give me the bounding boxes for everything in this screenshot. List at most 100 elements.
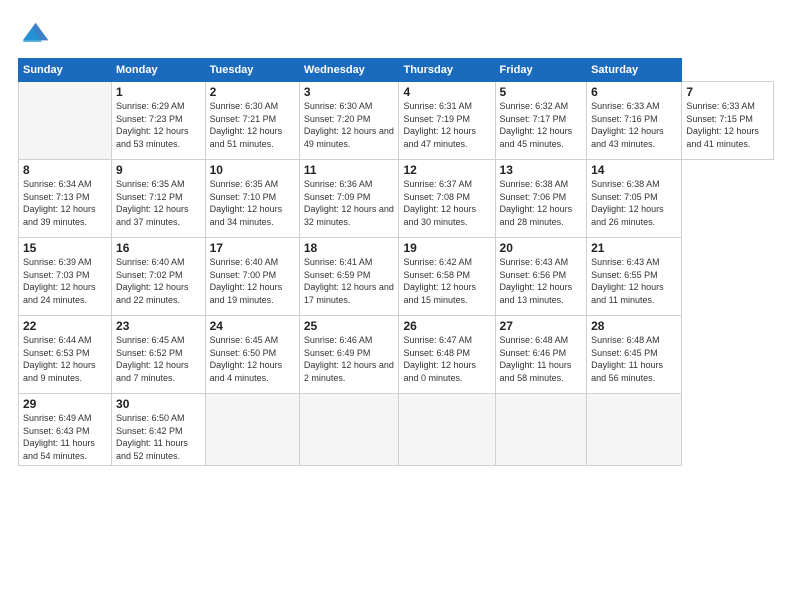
- day-info: Sunrise: 6:33 AM Sunset: 7:16 PM Dayligh…: [591, 100, 677, 150]
- day-number: 21: [591, 241, 677, 255]
- day-info: Sunrise: 6:41 AM Sunset: 6:59 PM Dayligh…: [304, 256, 395, 306]
- calendar-cell: 14 Sunrise: 6:38 AM Sunset: 7:05 PM Dayl…: [587, 160, 682, 238]
- day-number: 19: [403, 241, 490, 255]
- page-header: [18, 18, 774, 50]
- day-info: Sunrise: 6:45 AM Sunset: 6:50 PM Dayligh…: [210, 334, 295, 384]
- day-number: 8: [23, 163, 107, 177]
- day-info: Sunrise: 6:35 AM Sunset: 7:12 PM Dayligh…: [116, 178, 201, 228]
- day-number: 29: [23, 397, 107, 411]
- weekday-header: Thursday: [399, 59, 495, 82]
- day-number: 30: [116, 397, 201, 411]
- weekday-header-row: SundayMondayTuesdayWednesdayThursdayFrid…: [19, 59, 774, 82]
- calendar-cell: 22 Sunrise: 6:44 AM Sunset: 6:53 PM Dayl…: [19, 316, 112, 394]
- day-number: 22: [23, 319, 107, 333]
- calendar-cell: 30 Sunrise: 6:50 AM Sunset: 6:42 PM Dayl…: [112, 394, 206, 466]
- day-number: 26: [403, 319, 490, 333]
- weekday-header: Tuesday: [205, 59, 299, 82]
- calendar-cell: 1 Sunrise: 6:29 AM Sunset: 7:23 PM Dayli…: [112, 82, 206, 160]
- day-info: Sunrise: 6:36 AM Sunset: 7:09 PM Dayligh…: [304, 178, 395, 228]
- day-info: Sunrise: 6:35 AM Sunset: 7:10 PM Dayligh…: [210, 178, 295, 228]
- calendar-cell: 28 Sunrise: 6:48 AM Sunset: 6:45 PM Dayl…: [587, 316, 682, 394]
- calendar-cell: 10 Sunrise: 6:35 AM Sunset: 7:10 PM Dayl…: [205, 160, 299, 238]
- calendar-cell: 2 Sunrise: 6:30 AM Sunset: 7:21 PM Dayli…: [205, 82, 299, 160]
- day-info: Sunrise: 6:32 AM Sunset: 7:17 PM Dayligh…: [500, 100, 583, 150]
- calendar-cell: 3 Sunrise: 6:30 AM Sunset: 7:20 PM Dayli…: [299, 82, 399, 160]
- day-info: Sunrise: 6:48 AM Sunset: 6:45 PM Dayligh…: [591, 334, 677, 384]
- weekday-header: Friday: [495, 59, 587, 82]
- day-number: 11: [304, 163, 395, 177]
- weekday-header: Saturday: [587, 59, 682, 82]
- calendar-cell: [587, 394, 682, 466]
- calendar-cell: 17 Sunrise: 6:40 AM Sunset: 7:00 PM Dayl…: [205, 238, 299, 316]
- calendar-cell: 29 Sunrise: 6:49 AM Sunset: 6:43 PM Dayl…: [19, 394, 112, 466]
- day-info: Sunrise: 6:42 AM Sunset: 6:58 PM Dayligh…: [403, 256, 490, 306]
- day-info: Sunrise: 6:37 AM Sunset: 7:08 PM Dayligh…: [403, 178, 490, 228]
- day-info: Sunrise: 6:39 AM Sunset: 7:03 PM Dayligh…: [23, 256, 107, 306]
- calendar-cell: 8 Sunrise: 6:34 AM Sunset: 7:13 PM Dayli…: [19, 160, 112, 238]
- calendar-cell: 24 Sunrise: 6:45 AM Sunset: 6:50 PM Dayl…: [205, 316, 299, 394]
- calendar-cell: [399, 394, 495, 466]
- weekday-header: Wednesday: [299, 59, 399, 82]
- calendar-cell: [205, 394, 299, 466]
- day-info: Sunrise: 6:43 AM Sunset: 6:55 PM Dayligh…: [591, 256, 677, 306]
- day-info: Sunrise: 6:50 AM Sunset: 6:42 PM Dayligh…: [116, 412, 201, 462]
- calendar-cell: 16 Sunrise: 6:40 AM Sunset: 7:02 PM Dayl…: [112, 238, 206, 316]
- day-info: Sunrise: 6:45 AM Sunset: 6:52 PM Dayligh…: [116, 334, 201, 384]
- day-number: 17: [210, 241, 295, 255]
- calendar-cell: [495, 394, 587, 466]
- calendar-cell: 18 Sunrise: 6:41 AM Sunset: 6:59 PM Dayl…: [299, 238, 399, 316]
- day-number: 25: [304, 319, 395, 333]
- day-info: Sunrise: 6:29 AM Sunset: 7:23 PM Dayligh…: [116, 100, 201, 150]
- day-info: Sunrise: 6:30 AM Sunset: 7:21 PM Dayligh…: [210, 100, 295, 150]
- logo-icon: [18, 18, 50, 50]
- day-number: 23: [116, 319, 201, 333]
- calendar-cell: 27 Sunrise: 6:48 AM Sunset: 6:46 PM Dayl…: [495, 316, 587, 394]
- day-info: Sunrise: 6:43 AM Sunset: 6:56 PM Dayligh…: [500, 256, 583, 306]
- day-number: 10: [210, 163, 295, 177]
- day-number: 15: [23, 241, 107, 255]
- day-number: 3: [304, 85, 395, 99]
- day-number: 9: [116, 163, 201, 177]
- day-info: Sunrise: 6:49 AM Sunset: 6:43 PM Dayligh…: [23, 412, 107, 462]
- day-number: 16: [116, 241, 201, 255]
- calendar-cell: 9 Sunrise: 6:35 AM Sunset: 7:12 PM Dayli…: [112, 160, 206, 238]
- day-info: Sunrise: 6:47 AM Sunset: 6:48 PM Dayligh…: [403, 334, 490, 384]
- day-number: 2: [210, 85, 295, 99]
- day-number: 6: [591, 85, 677, 99]
- calendar-cell: 13 Sunrise: 6:38 AM Sunset: 7:06 PM Dayl…: [495, 160, 587, 238]
- calendar-table: SundayMondayTuesdayWednesdayThursdayFrid…: [18, 58, 774, 466]
- calendar-cell: 12 Sunrise: 6:37 AM Sunset: 7:08 PM Dayl…: [399, 160, 495, 238]
- day-number: 18: [304, 241, 395, 255]
- calendar-cell: [19, 82, 112, 160]
- day-number: 7: [686, 85, 769, 99]
- calendar-cell: 20 Sunrise: 6:43 AM Sunset: 6:56 PM Dayl…: [495, 238, 587, 316]
- calendar-cell: [299, 394, 399, 466]
- calendar-cell: 25 Sunrise: 6:46 AM Sunset: 6:49 PM Dayl…: [299, 316, 399, 394]
- day-number: 4: [403, 85, 490, 99]
- calendar-cell: 4 Sunrise: 6:31 AM Sunset: 7:19 PM Dayli…: [399, 82, 495, 160]
- calendar-cell: 5 Sunrise: 6:32 AM Sunset: 7:17 PM Dayli…: [495, 82, 587, 160]
- logo: [18, 18, 54, 50]
- day-info: Sunrise: 6:46 AM Sunset: 6:49 PM Dayligh…: [304, 334, 395, 384]
- weekday-header: Sunday: [19, 59, 112, 82]
- calendar-cell: 11 Sunrise: 6:36 AM Sunset: 7:09 PM Dayl…: [299, 160, 399, 238]
- day-info: Sunrise: 6:48 AM Sunset: 6:46 PM Dayligh…: [500, 334, 583, 384]
- day-number: 13: [500, 163, 583, 177]
- calendar-cell: 23 Sunrise: 6:45 AM Sunset: 6:52 PM Dayl…: [112, 316, 206, 394]
- calendar-cell: 19 Sunrise: 6:42 AM Sunset: 6:58 PM Dayl…: [399, 238, 495, 316]
- calendar-cell: 26 Sunrise: 6:47 AM Sunset: 6:48 PM Dayl…: [399, 316, 495, 394]
- day-info: Sunrise: 6:40 AM Sunset: 7:02 PM Dayligh…: [116, 256, 201, 306]
- day-info: Sunrise: 6:33 AM Sunset: 7:15 PM Dayligh…: [686, 100, 769, 150]
- day-info: Sunrise: 6:31 AM Sunset: 7:19 PM Dayligh…: [403, 100, 490, 150]
- day-info: Sunrise: 6:40 AM Sunset: 7:00 PM Dayligh…: [210, 256, 295, 306]
- day-number: 5: [500, 85, 583, 99]
- weekday-header: Monday: [112, 59, 206, 82]
- calendar-cell: 21 Sunrise: 6:43 AM Sunset: 6:55 PM Dayl…: [587, 238, 682, 316]
- day-info: Sunrise: 6:44 AM Sunset: 6:53 PM Dayligh…: [23, 334, 107, 384]
- day-info: Sunrise: 6:30 AM Sunset: 7:20 PM Dayligh…: [304, 100, 395, 150]
- day-info: Sunrise: 6:38 AM Sunset: 7:06 PM Dayligh…: [500, 178, 583, 228]
- calendar-cell: 6 Sunrise: 6:33 AM Sunset: 7:16 PM Dayli…: [587, 82, 682, 160]
- day-number: 20: [500, 241, 583, 255]
- calendar-cell: 7 Sunrise: 6:33 AM Sunset: 7:15 PM Dayli…: [682, 82, 774, 160]
- day-info: Sunrise: 6:34 AM Sunset: 7:13 PM Dayligh…: [23, 178, 107, 228]
